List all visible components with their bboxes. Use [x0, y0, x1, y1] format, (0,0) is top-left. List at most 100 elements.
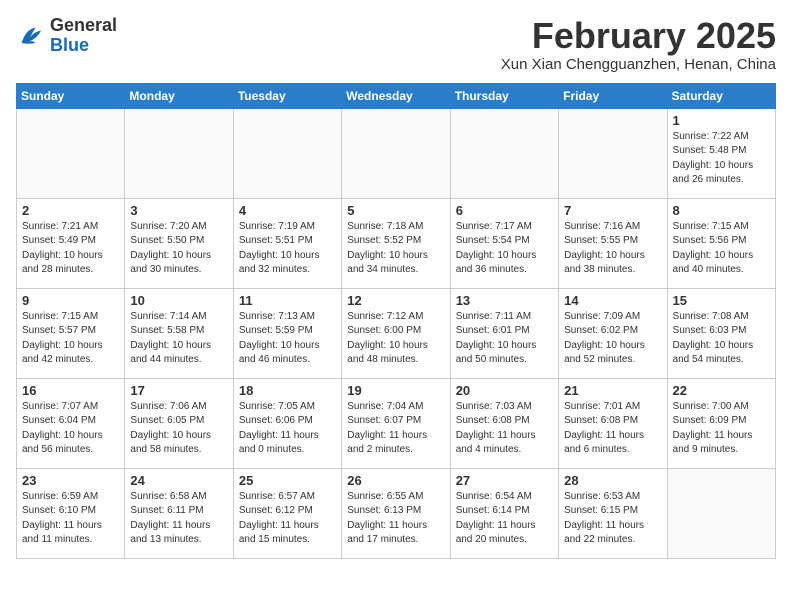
day-number: 4 — [239, 203, 336, 218]
weekday-header-tuesday: Tuesday — [233, 83, 341, 108]
calendar-day-cell: 2 Sunrise: 7:21 AM Sunset: 5:49 PM Daylig… — [17, 198, 125, 288]
day-number: 9 — [22, 293, 119, 308]
logo-text: General Blue — [50, 16, 117, 56]
calendar-day-cell: 20 Sunrise: 7:03 AM Sunset: 6:08 PM Dayli… — [450, 378, 558, 468]
day-number: 24 — [130, 473, 227, 488]
calendar-day-cell: 16 Sunrise: 7:07 AM Sunset: 6:04 PM Dayli… — [17, 378, 125, 468]
day-info: Sunrise: 6:58 AM Sunset: 6:11 PM Dayligh… — [130, 490, 227, 548]
weekday-header-friday: Friday — [559, 83, 667, 108]
day-info: Sunrise: 7:08 AM Sunset: 6:03 PM Dayligh… — [673, 310, 770, 368]
calendar-week-row: 9Sunrise: 7:15 AM Sunset: 5:57 PM Daylig… — [17, 288, 776, 378]
day-number: 1 — [673, 113, 770, 128]
calendar-day-cell: 23Sunrise: 6:59 AM Sunset: 6:10 PM Dayli… — [17, 468, 125, 558]
day-info: Sunrise: 7:11 AM Sunset: 6:01 PM Dayligh… — [456, 310, 553, 368]
calendar-day-cell: 4 Sunrise: 7:19 AM Sunset: 5:51 PM Daylig… — [233, 198, 341, 288]
calendar-day-cell — [450, 108, 558, 198]
day-info: Sunrise: 6:53 AM Sunset: 6:15 PM Dayligh… — [564, 490, 661, 548]
calendar-day-cell: 17Sunrise: 7:06 AM Sunset: 6:05 PM Dayli… — [125, 378, 233, 468]
day-info: Sunrise: 7:13 AM Sunset: 5:59 PM Dayligh… — [239, 310, 336, 368]
day-number: 16 — [22, 383, 119, 398]
calendar-day-cell: 8Sunrise: 7:15 AM Sunset: 5:56 PM Daylig… — [667, 198, 775, 288]
day-number: 20 — [456, 383, 553, 398]
day-number: 14 — [564, 293, 661, 308]
calendar-day-cell: 27 Sunrise: 6:54 AM Sunset: 6:14 PM Dayli… — [450, 468, 558, 558]
day-info: Sunrise: 7:22 AM Sunset: 5:48 PM Dayligh… — [673, 130, 770, 188]
day-number: 21 — [564, 383, 661, 398]
calendar-day-cell — [342, 108, 450, 198]
page-header: General Blue February 2025 Xun Xian Chen… — [16, 16, 776, 73]
calendar-day-cell — [125, 108, 233, 198]
day-info: Sunrise: 7:03 AM Sunset: 6:08 PM Dayligh… — [456, 400, 553, 458]
day-number: 25 — [239, 473, 336, 488]
calendar-day-cell: 12 Sunrise: 7:12 AM Sunset: 6:00 PM Dayli… — [342, 288, 450, 378]
day-info: Sunrise: 7:12 AM Sunset: 6:00 PM Dayligh… — [347, 310, 444, 368]
calendar-day-cell: 26 Sunrise: 6:55 AM Sunset: 6:13 PM Dayli… — [342, 468, 450, 558]
calendar-day-cell — [233, 108, 341, 198]
weekday-header-saturday: Saturday — [667, 83, 775, 108]
logo: General Blue — [16, 16, 117, 56]
weekday-header-wednesday: Wednesday — [342, 83, 450, 108]
calendar-week-row: 16 Sunrise: 7:07 AM Sunset: 6:04 PM Dayli… — [17, 378, 776, 468]
day-info: Sunrise: 7:14 AM Sunset: 5:58 PM Dayligh… — [130, 310, 227, 368]
month-title: February 2025 — [501, 16, 776, 56]
calendar-day-cell: 15 Sunrise: 7:08 AM Sunset: 6:03 PM Dayli… — [667, 288, 775, 378]
day-info: Sunrise: 6:57 AM Sunset: 6:12 PM Dayligh… — [239, 490, 336, 548]
day-number: 7 — [564, 203, 661, 218]
calendar-week-row: 1 Sunrise: 7:22 AM Sunset: 5:48 PM Daylig… — [17, 108, 776, 198]
day-info: Sunrise: 7:04 AM Sunset: 6:07 PM Dayligh… — [347, 400, 444, 458]
calendar-day-cell: 13 Sunrise: 7:11 AM Sunset: 6:01 PM Dayli… — [450, 288, 558, 378]
day-number: 15 — [673, 293, 770, 308]
calendar-week-row: 2 Sunrise: 7:21 AM Sunset: 5:49 PM Daylig… — [17, 198, 776, 288]
calendar-day-cell: 22 Sunrise: 7:00 AM Sunset: 6:09 PM Dayli… — [667, 378, 775, 468]
day-number: 6 — [456, 203, 553, 218]
calendar-day-cell: 3 Sunrise: 7:20 AM Sunset: 5:50 PM Daylig… — [125, 198, 233, 288]
day-info: Sunrise: 7:18 AM Sunset: 5:52 PM Dayligh… — [347, 220, 444, 278]
location-subtitle: Xun Xian Chengguanzhen, Henan, China — [501, 56, 776, 73]
calendar-day-cell: 11 Sunrise: 7:13 AM Sunset: 5:59 PM Dayli… — [233, 288, 341, 378]
day-number: 26 — [347, 473, 444, 488]
calendar-day-cell — [559, 108, 667, 198]
weekday-header-monday: Monday — [125, 83, 233, 108]
day-info: Sunrise: 7:16 AM Sunset: 5:55 PM Dayligh… — [564, 220, 661, 278]
day-number: 2 — [22, 203, 119, 218]
calendar-day-cell: 10 Sunrise: 7:14 AM Sunset: 5:58 PM Dayli… — [125, 288, 233, 378]
day-info: Sunrise: 7:19 AM Sunset: 5:51 PM Dayligh… — [239, 220, 336, 278]
calendar-table: SundayMondayTuesdayWednesdayThursdayFrid… — [16, 83, 776, 559]
day-number: 3 — [130, 203, 227, 218]
calendar-day-cell — [17, 108, 125, 198]
calendar-day-cell: 6 Sunrise: 7:17 AM Sunset: 5:54 PM Daylig… — [450, 198, 558, 288]
day-number: 27 — [456, 473, 553, 488]
calendar-week-row: 23Sunrise: 6:59 AM Sunset: 6:10 PM Dayli… — [17, 468, 776, 558]
logo-bird-icon — [16, 22, 44, 50]
day-number: 17 — [130, 383, 227, 398]
day-info: Sunrise: 6:54 AM Sunset: 6:14 PM Dayligh… — [456, 490, 553, 548]
day-info: Sunrise: 7:00 AM Sunset: 6:09 PM Dayligh… — [673, 400, 770, 458]
calendar-day-cell: 21Sunrise: 7:01 AM Sunset: 6:08 PM Dayli… — [559, 378, 667, 468]
calendar-day-cell: 25 Sunrise: 6:57 AM Sunset: 6:12 PM Dayli… — [233, 468, 341, 558]
logo-general: General — [50, 15, 117, 35]
day-info: Sunrise: 7:17 AM Sunset: 5:54 PM Dayligh… — [456, 220, 553, 278]
day-number: 22 — [673, 383, 770, 398]
calendar-day-cell — [667, 468, 775, 558]
day-number: 23 — [22, 473, 119, 488]
day-number: 12 — [347, 293, 444, 308]
title-block: February 2025 Xun Xian Chengguanzhen, He… — [501, 16, 776, 73]
day-number: 11 — [239, 293, 336, 308]
day-number: 28 — [564, 473, 661, 488]
day-number: 13 — [456, 293, 553, 308]
calendar-day-cell: 5 Sunrise: 7:18 AM Sunset: 5:52 PM Daylig… — [342, 198, 450, 288]
calendar-day-cell: 18Sunrise: 7:05 AM Sunset: 6:06 PM Dayli… — [233, 378, 341, 468]
calendar-day-cell: 14 Sunrise: 7:09 AM Sunset: 6:02 PM Dayli… — [559, 288, 667, 378]
calendar-day-cell: 28 Sunrise: 6:53 AM Sunset: 6:15 PM Dayli… — [559, 468, 667, 558]
day-number: 10 — [130, 293, 227, 308]
day-number: 5 — [347, 203, 444, 218]
day-info: Sunrise: 7:20 AM Sunset: 5:50 PM Dayligh… — [130, 220, 227, 278]
day-info: Sunrise: 7:09 AM Sunset: 6:02 PM Dayligh… — [564, 310, 661, 368]
calendar-day-cell: 19Sunrise: 7:04 AM Sunset: 6:07 PM Dayli… — [342, 378, 450, 468]
weekday-header-row: SundayMondayTuesdayWednesdayThursdayFrid… — [17, 83, 776, 108]
day-number: 8 — [673, 203, 770, 218]
day-info: Sunrise: 7:21 AM Sunset: 5:49 PM Dayligh… — [22, 220, 119, 278]
calendar-day-cell: 7 Sunrise: 7:16 AM Sunset: 5:55 PM Daylig… — [559, 198, 667, 288]
day-info: Sunrise: 6:55 AM Sunset: 6:13 PM Dayligh… — [347, 490, 444, 548]
day-info: Sunrise: 7:07 AM Sunset: 6:04 PM Dayligh… — [22, 400, 119, 458]
